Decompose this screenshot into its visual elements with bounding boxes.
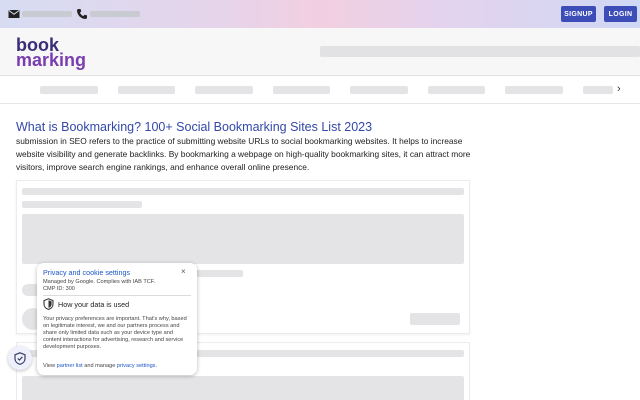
login-button[interactable]: LOGIN <box>604 6 637 22</box>
nav-item[interactable] <box>195 86 253 94</box>
envelope-icon <box>8 10 20 18</box>
cookie-consent-dialog: Privacy and cookie settings × Managed by… <box>37 263 197 375</box>
skeleton-line <box>22 201 142 208</box>
article-title: What is Bookmarking? 100+ Social Bookmar… <box>16 120 373 134</box>
nav-item[interactable] <box>583 86 613 94</box>
nav-item[interactable] <box>505 86 563 94</box>
cookie-managed-by: Managed by Google. Complies with IAB TCF… <box>43 279 183 293</box>
phone-icon <box>77 9 87 19</box>
footer-suffix: . <box>155 363 158 369</box>
cookie-dialog-title: Privacy and cookie settings <box>43 268 131 277</box>
divider <box>43 295 191 296</box>
skeleton-button <box>410 313 460 325</box>
search-bar-placeholder[interactable] <box>320 46 640 57</box>
email-text-placeholder <box>22 11 72 17</box>
managed-by-text: Managed by Google. Complies with IAB TCF… <box>43 279 156 285</box>
nav-item[interactable] <box>350 86 408 94</box>
close-icon[interactable]: × <box>181 267 186 276</box>
skeleton-block <box>22 376 464 400</box>
nav-item[interactable] <box>273 86 330 94</box>
logo-line2: marking <box>16 50 87 70</box>
nav-item[interactable] <box>40 86 98 94</box>
phone-text-placeholder <box>90 11 140 17</box>
partner-list-link[interactable]: partner list <box>57 363 83 369</box>
footer-mid: and manage <box>82 363 117 369</box>
shield-icon <box>43 298 54 310</box>
privacy-body-text: Your privacy preferences are important. … <box>43 316 187 350</box>
cookie-footer: View partner list and manage privacy set… <box>43 363 157 369</box>
skeleton-line <box>22 188 464 195</box>
site-logo[interactable]: book marking <box>16 36 100 70</box>
article-description: submission in SEO refers to the practice… <box>16 136 471 172</box>
chevron-right-icon[interactable]: › <box>617 83 627 95</box>
data-usage-heading: How your data is used <box>58 300 130 309</box>
nav-item[interactable] <box>428 86 485 94</box>
cmp-id-text: CMP ID: 300 <box>43 286 75 292</box>
shield-check-icon <box>14 351 26 365</box>
footer-prefix: View <box>43 363 57 369</box>
signup-button[interactable]: SIGNUP <box>561 6 596 22</box>
privacy-settings-button[interactable] <box>8 346 32 370</box>
nav-item[interactable] <box>118 86 175 94</box>
privacy-settings-link[interactable]: privacy settings <box>117 363 156 369</box>
skeleton-block <box>22 214 464 264</box>
